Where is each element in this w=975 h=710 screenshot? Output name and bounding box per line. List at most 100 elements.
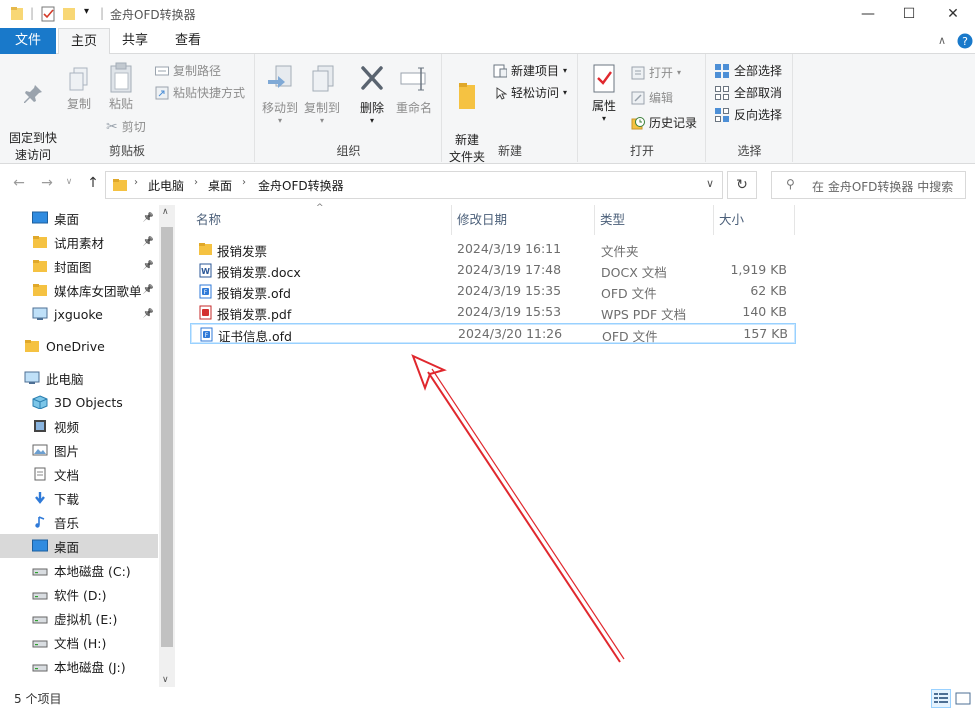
cut-button[interactable]: ✂ 剪切	[106, 118, 146, 135]
details-view-button[interactable]	[931, 689, 951, 708]
nav-item-quick-0[interactable]: 桌面 📌	[0, 206, 158, 230]
new-item-button[interactable]: 新建项目 ▾	[493, 62, 567, 79]
nav-item-label: 试用素材	[54, 235, 105, 251]
tab-view[interactable]: 查看	[163, 28, 213, 54]
nav-item-pc-10[interactable]: 文档 (H:)	[0, 630, 158, 654]
open-button[interactable]: 打开 ▾	[631, 64, 681, 81]
dropdown-arrow-icon: ▾	[369, 116, 374, 125]
word-icon: W	[199, 263, 212, 278]
delete-button[interactable]: 删除 ▾	[354, 64, 390, 125]
file-date: 2024/3/20 11:26	[458, 326, 563, 341]
collapse-ribbon-icon[interactable]: ∧	[938, 34, 946, 47]
search-box[interactable]: ⚲ 在 金舟OFD转换器 中搜索	[771, 171, 966, 199]
new-group-label: 新建	[497, 144, 522, 158]
file-row[interactable]: F 报销发票.ofd 2024/3/19 15:35 OFD 文件 62 KB	[190, 281, 796, 302]
scroll-down-icon[interactable]: ∨	[162, 675, 169, 685]
new-item-label: 新建项目	[511, 64, 560, 78]
tab-home[interactable]: 主页	[58, 28, 111, 55]
file-row[interactable]: W 报销发票.docx 2024/3/19 17:48 DOCX 文档 1,919 KB	[190, 260, 796, 281]
copy-to-icon	[312, 65, 334, 92]
column-header-size[interactable]: 大小	[715, 205, 795, 235]
new-group: 新建 文件夹 新建项目 ▾ 轻松访问 ▾ 新建	[443, 54, 578, 164]
scroll-up-icon[interactable]: ∧	[162, 207, 169, 217]
rename-button[interactable]: 重命名	[392, 64, 436, 117]
breadcrumb-desktop[interactable]: 桌面	[208, 177, 232, 194]
select-none-button[interactable]: 全部取消	[714, 84, 782, 101]
move-to-button[interactable]: 移动到 ▾	[260, 64, 300, 125]
history-button[interactable]: 历史记录	[631, 114, 697, 131]
column-header-type[interactable]: 类型	[596, 205, 714, 235]
customize-quick-access-icon[interactable]: ▾	[84, 6, 89, 17]
maximize-button[interactable]: ☐	[886, 0, 932, 28]
nav-item-pc-8[interactable]: 软件 (D:)	[0, 582, 158, 606]
column-header-date-label: 修改日期	[457, 212, 508, 227]
refresh-button[interactable]: ↻	[727, 171, 757, 199]
tab-share[interactable]: 共享	[110, 28, 160, 54]
properties-icon	[593, 64, 615, 93]
window-title: 金舟OFD转换器	[110, 8, 196, 22]
easy-access-button[interactable]: 轻松访问 ▾	[493, 84, 567, 101]
edit-button[interactable]: 编辑	[631, 89, 673, 106]
svg-text:F: F	[205, 332, 209, 339]
dropdown-arrow-icon: ▾	[319, 116, 324, 125]
minimize-button[interactable]: —	[845, 0, 891, 28]
nav-item-this-pc[interactable]: 此电脑	[0, 366, 158, 390]
tab-file[interactable]: 文件	[0, 28, 56, 54]
breadcrumb-this-pc[interactable]: 此电脑	[148, 177, 184, 194]
ofd-icon: F	[199, 284, 212, 299]
paste-shortcut-icon	[155, 86, 169, 99]
close-button[interactable]: ✕	[930, 0, 975, 28]
nav-pane-scrollbar[interactable]: ∧ ∨	[159, 205, 175, 687]
column-header-date[interactable]: 修改日期	[453, 205, 595, 235]
nav-item-pc-4[interactable]: 下载	[0, 486, 158, 510]
up-button[interactable]: ↑	[82, 175, 104, 195]
breadcrumb-chevron-icon[interactable]: ›	[242, 177, 246, 188]
nav-item-label: 文档 (H:)	[54, 635, 107, 651]
nav-item-pc-11[interactable]: 本地磁盘 (J:)	[0, 654, 158, 678]
nav-item-onedrive[interactable]: OneDrive	[0, 334, 158, 358]
file-row[interactable]: 报销发票 2024/3/19 16:11 文件夹	[190, 239, 796, 260]
drive-icon	[32, 664, 48, 672]
breadcrumb-chevron-icon[interactable]: ›	[134, 177, 138, 188]
nav-item-pc-7[interactable]: 本地磁盘 (C:)	[0, 558, 158, 582]
file-date: 2024/3/19 17:48	[457, 262, 562, 277]
nav-item-quick-1[interactable]: 试用素材 📌	[0, 230, 158, 254]
address-bar[interactable]: › 此电脑 › 桌面 › 金舟OFD转换器 ∨	[105, 171, 723, 199]
address-history-dropdown-icon[interactable]: ∨	[706, 177, 714, 190]
svg-text:?: ?	[962, 35, 968, 48]
back-button[interactable]: ←	[8, 175, 30, 195]
nav-item-quick-4[interactable]: jxguoke 📌	[0, 302, 158, 326]
scrollbar-thumb[interactable]	[161, 227, 173, 647]
file-type: DOCX 文档	[601, 265, 667, 280]
nav-item-pc-2[interactable]: 图片	[0, 438, 158, 462]
nav-item-pc-9[interactable]: 虚拟机 (E:)	[0, 606, 158, 630]
cube-icon	[32, 395, 48, 409]
select-all-button[interactable]: 全部选择	[714, 62, 782, 79]
breadcrumb-chevron-icon[interactable]: ›	[194, 177, 198, 188]
properties-button[interactable]: 属性 ▾	[585, 64, 623, 123]
nav-item-quick-3[interactable]: 媒体库女团歌单 📌	[0, 278, 158, 302]
search-placeholder: 在 金舟OFD转换器 中搜索	[812, 180, 954, 194]
recent-locations-button[interactable]: ∨	[58, 177, 80, 197]
nav-item-pc-6[interactable]: 桌面	[0, 534, 158, 558]
copy-path-button[interactable]: 复制路径	[155, 62, 221, 79]
copy-button[interactable]: 复制	[62, 66, 96, 113]
file-row[interactable]: 报销发票.pdf 2024/3/19 15:53 WPS PDF 文档 140 KB	[190, 302, 796, 323]
file-row[interactable]: F 证书信息.ofd 2024/3/20 11:26 OFD 文件 157 KB	[190, 323, 796, 344]
nav-item-pc-5[interactable]: 音乐	[0, 510, 158, 534]
nav-item-quick-2[interactable]: 封面图 📌	[0, 254, 158, 278]
invert-selection-button[interactable]: 反向选择	[714, 106, 782, 123]
nav-item-label: 本地磁盘 (J:)	[54, 659, 126, 675]
copy-to-button[interactable]: 复制到 ▾	[302, 64, 342, 125]
nav-item-pc-1[interactable]: 视频	[0, 414, 158, 438]
properties-quick-icon[interactable]	[40, 6, 56, 22]
nav-item-pc-3[interactable]: 文档	[0, 462, 158, 486]
breadcrumb-current-folder[interactable]: 金舟OFD转换器	[258, 177, 344, 194]
help-icon[interactable]: ?	[957, 33, 973, 49]
forward-button[interactable]: →	[36, 175, 58, 195]
nav-item-pc-0[interactable]: 3D Objects	[0, 390, 158, 414]
large-icons-view-button[interactable]	[953, 689, 973, 708]
paste-shortcut-button[interactable]: 粘贴快捷方式	[155, 84, 245, 101]
paste-button[interactable]: 粘贴	[102, 62, 140, 113]
new-folder-quick-icon[interactable]	[62, 6, 76, 22]
